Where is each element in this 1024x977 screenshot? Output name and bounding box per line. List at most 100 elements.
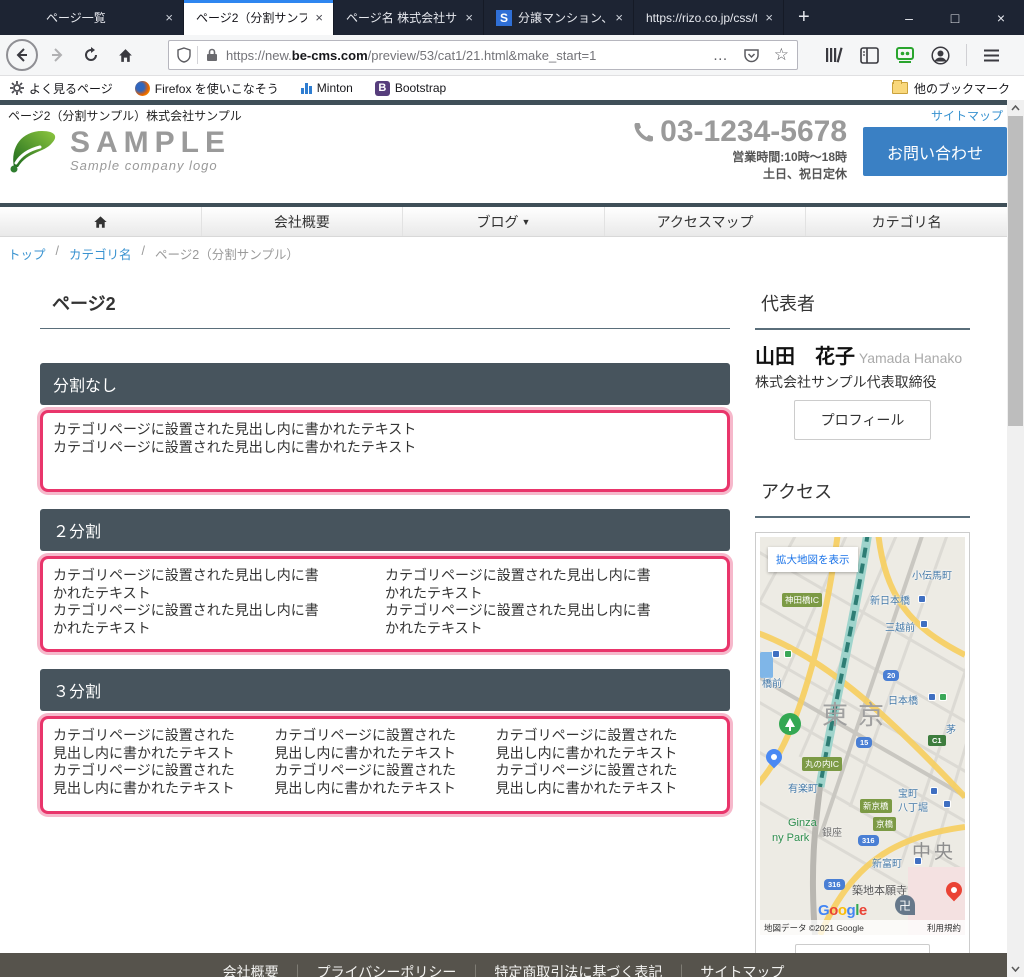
library-icon[interactable] bbox=[824, 46, 844, 64]
pocket-icon[interactable] bbox=[743, 47, 760, 64]
nav-home[interactable] bbox=[0, 207, 201, 236]
station-icon bbox=[914, 857, 922, 865]
tab-mansion[interactable]: S 分譲マンション、チラ × bbox=[484, 0, 634, 35]
nav-blog[interactable]: ブログ▼ bbox=[402, 207, 604, 236]
station-icon bbox=[784, 650, 792, 658]
dropdown-caret-icon: ▼ bbox=[522, 217, 531, 227]
bookmark-minton[interactable]: Minton bbox=[301, 81, 353, 95]
split-column: カテゴリページに設置された見出し内に書かれたテキスト カテゴリページに設置された… bbox=[385, 567, 662, 637]
url-toolbar: https://new.be-cms.com/preview/53/cat1/2… bbox=[0, 35, 1024, 76]
map-label: 新日本橋 bbox=[870, 592, 910, 607]
tracking-shield-icon[interactable] bbox=[177, 47, 191, 63]
window-controls: – □ × bbox=[886, 0, 1024, 35]
bookmark-frequent[interactable]: よく見るページ bbox=[10, 80, 113, 97]
map-label: 三越前 bbox=[885, 619, 915, 634]
bootstrap-icon: B bbox=[375, 81, 390, 96]
url-text[interactable]: https://new.be-cms.com/preview/53/cat1/2… bbox=[226, 48, 713, 63]
url-scheme: https://new. bbox=[226, 48, 292, 63]
nav-category[interactable]: カテゴリ名 bbox=[805, 207, 1007, 236]
tab-bar: ページ一覧 × ページ2（分割サンプル) × ページ名 株式会社サンプ × S … bbox=[0, 0, 1024, 35]
tab-close-icon[interactable]: × bbox=[163, 10, 175, 25]
scroll-down-arrow[interactable] bbox=[1007, 961, 1024, 977]
url-separator bbox=[197, 46, 198, 64]
sample-paragraph: カテゴリページに設置された見出し内に書かれたテキスト bbox=[496, 762, 684, 797]
logo-name: SAMPLE bbox=[70, 128, 231, 158]
other-bookmarks-label: 他のブックマーク bbox=[914, 80, 1010, 97]
sample-paragraph: カテゴリページに設置された見出し内に書かれたテキスト bbox=[53, 762, 241, 797]
tab-title: ページ名 株式会社サンプ bbox=[346, 9, 457, 26]
footer-link-privacy[interactable]: プライバシーポリシー bbox=[317, 962, 457, 977]
tab-page-name[interactable]: ページ名 株式会社サンプ × bbox=[334, 0, 484, 35]
tab-title: 分譲マンション、チラ bbox=[518, 9, 607, 26]
map-label: 茅 bbox=[946, 721, 956, 736]
phone-number: 03-1234-5678 bbox=[632, 115, 847, 149]
account-icon[interactable] bbox=[931, 46, 950, 65]
sample-paragraph: カテゴリページに設置された見出し内に書かれたテキスト bbox=[385, 602, 662, 637]
home-icon bbox=[93, 215, 108, 229]
bookmark-label: よく見るページ bbox=[29, 80, 113, 97]
sidebar-toggle-icon[interactable] bbox=[860, 47, 879, 64]
bookmark-firefox[interactable]: Firefox を使いこなそう bbox=[135, 80, 279, 97]
bookmark-bootstrap[interactable]: B Bootstrap bbox=[375, 81, 446, 96]
page-scrollbar[interactable] bbox=[1007, 100, 1024, 977]
bookmark-star-icon[interactable]: ☆ bbox=[774, 45, 789, 65]
minimize-button[interactable]: – bbox=[886, 0, 932, 35]
sample-paragraph: カテゴリページに設置された見出し内に書かれたテキスト bbox=[53, 439, 717, 457]
google-map[interactable]: 小伝馬町 神田橋IC 新日本橋 三越前 20 日本橋 東京 茅 bbox=[760, 537, 965, 935]
home-button[interactable] bbox=[110, 40, 140, 70]
tab-close-icon[interactable]: × bbox=[613, 10, 625, 25]
representative-name-en: Yamada Hanako bbox=[859, 350, 962, 366]
site-logo[interactable]: SAMPLE Sample company logo bbox=[8, 127, 231, 173]
footer-link-sitemap[interactable]: サイトマップ bbox=[700, 962, 784, 977]
tab-close-icon[interactable]: × bbox=[313, 10, 325, 25]
map-label: 小伝馬町 bbox=[912, 567, 952, 582]
split-column: カテゴリページに設置された見出し内に書かれたテキスト カテゴリページに設置された… bbox=[53, 567, 330, 637]
breadcrumb-category[interactable]: カテゴリ名 bbox=[69, 244, 132, 263]
station-icon bbox=[928, 693, 936, 701]
new-tab-button[interactable]: + bbox=[784, 0, 824, 35]
reload-button[interactable] bbox=[76, 40, 106, 70]
s-favicon: S bbox=[496, 10, 512, 26]
footer-link-commerce-law[interactable]: 特定商取引法に基づく表記 bbox=[494, 962, 662, 977]
tab-close-icon[interactable]: × bbox=[463, 10, 475, 25]
lock-icon bbox=[206, 48, 218, 62]
map-label: 新富町 bbox=[872, 855, 902, 870]
bookmark-label: Minton bbox=[317, 81, 353, 95]
footer-link-company[interactable]: 会社概要 bbox=[223, 962, 279, 977]
nav-company[interactable]: 会社概要 bbox=[201, 207, 403, 236]
sitemap-link[interactable]: サイトマップ bbox=[931, 107, 1003, 124]
nav-access-map[interactable]: アクセスマップ bbox=[604, 207, 806, 236]
contact-button[interactable]: お問い合わせ bbox=[863, 127, 1007, 176]
scroll-up-arrow[interactable] bbox=[1007, 100, 1024, 116]
tab-page-list[interactable]: ページ一覧 × bbox=[34, 0, 184, 35]
forward-button[interactable] bbox=[42, 40, 72, 70]
page-actions-icon[interactable]: … bbox=[713, 47, 729, 64]
profile-button[interactable]: プロフィール bbox=[794, 400, 932, 440]
station-icon bbox=[930, 787, 938, 795]
back-button[interactable] bbox=[6, 39, 38, 71]
main-column: ページ2 分割なし カテゴリページに設置された見出し内に書かれたテキスト カテゴ… bbox=[40, 282, 730, 977]
nav-label: アクセスマップ bbox=[657, 212, 754, 232]
close-button[interactable]: × bbox=[978, 0, 1024, 35]
representative-title: 株式会社サンプル代表取締役 bbox=[755, 372, 970, 392]
map-label-ic: 神田橋IC bbox=[782, 593, 822, 607]
tab-close-icon[interactable]: × bbox=[763, 10, 775, 25]
phone-block: 03-1234-5678 営業時間:10時～18時 土日、祝日定休 bbox=[632, 115, 847, 183]
site-header: ページ2（分割サンプル）株式会社サンプル サイトマップ SAMPLE Sampl… bbox=[0, 105, 1007, 203]
scrollbar-thumb[interactable] bbox=[1008, 116, 1023, 426]
sample-paragraph: カテゴリページに設置された見出し内に書かれたテキスト bbox=[53, 727, 241, 762]
logo-tagline: Sample company logo bbox=[70, 158, 231, 173]
expand-map-link[interactable]: 拡大地図を表示 bbox=[768, 547, 858, 572]
map-terms-link[interactable]: 利用規約 bbox=[927, 922, 961, 934]
split-column: カテゴリページに設置された見出し内に書かれたテキスト カテゴリページに設置された… bbox=[496, 727, 684, 797]
maximize-button[interactable]: □ bbox=[932, 0, 978, 35]
url-bar[interactable]: https://new.be-cms.com/preview/53/cat1/2… bbox=[168, 40, 798, 70]
tab-page2-active[interactable]: ページ2（分割サンプル) × bbox=[184, 0, 334, 35]
tab-rizo-css[interactable]: https://rizo.co.jp/css/te × bbox=[634, 0, 784, 35]
map-widget: 小伝馬町 神田橋IC 新日本橋 三越前 20 日本橋 東京 茅 bbox=[755, 532, 970, 977]
site-footer: 会社概要 ｜ プライバシーポリシー ｜ 特定商取引法に基づく表記 ｜ サイトマッ… bbox=[0, 953, 1007, 977]
roboform-icon[interactable] bbox=[895, 46, 915, 64]
other-bookmarks[interactable]: 他のブックマーク bbox=[892, 80, 1010, 97]
breadcrumb-home[interactable]: トップ bbox=[8, 244, 46, 263]
menu-icon[interactable] bbox=[983, 48, 1000, 63]
